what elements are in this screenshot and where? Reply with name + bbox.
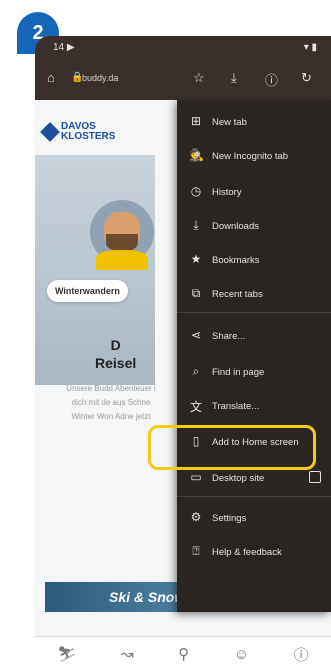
logo-mark	[40, 122, 60, 142]
download-icon[interactable]: ⤓	[231, 70, 237, 86]
menu-label: Help & feedback	[212, 547, 282, 558]
menu-item-history[interactable]: ◷ History	[177, 178, 331, 206]
location-nav-icon[interactable]: ⚲	[178, 645, 189, 663]
phone-screen: 14 ▶ ▾ ▮ ⌂ 🔒 buddy.da ☆ ⤓ ⓘ ↻ DAVOS KLOS…	[35, 36, 331, 671]
chrome-overflow-menu: ⊞ New tab 🕵 New Incognito tab ◷ History ⤓ Do…	[177, 100, 331, 612]
headline-line2: Reisel	[95, 355, 137, 371]
route-nav-icon[interactable]: ↝	[121, 645, 134, 663]
menu-label: Downloads	[212, 221, 259, 232]
menu-label: Bookmarks	[212, 255, 260, 266]
info-icon[interactable]: ⓘ	[265, 70, 278, 89]
logo-line2: KLOSTERS	[61, 131, 116, 142]
history-icon: ◷	[190, 184, 202, 198]
logo-text: DAVOS KLOSTERS	[61, 122, 115, 142]
status-right: ▾ ▮	[303, 42, 317, 53]
menu-item-new-incognito-tab[interactable]: 🕵 New Incognito tab	[177, 142, 331, 170]
category-pill[interactable]: Winterwandern	[47, 280, 128, 302]
star-icon: ★	[190, 252, 202, 266]
menu-label: History	[212, 187, 242, 198]
menu-label: Desktop site	[212, 473, 265, 484]
menu-item-share[interactable]: ⋖ Share...	[177, 322, 331, 350]
menu-label: New tab	[212, 117, 247, 128]
bookmark-star-icon[interactable]: ☆	[193, 70, 205, 86]
menu-label: Find in page	[212, 367, 265, 378]
menu-divider	[177, 496, 331, 497]
bottom-nav: ⛷ ↝ ⚲ ☺ ⓘ	[35, 636, 331, 671]
help-icon: ⍰	[192, 544, 200, 558]
menu-label: New Incognito tab	[212, 151, 289, 162]
menu-item-recent-tabs[interactable]: ⧉ Recent tabs	[177, 280, 331, 308]
menu-label: Translate...	[212, 401, 260, 412]
menu-label: Recent tabs	[212, 289, 263, 300]
menu-label: Settings	[212, 513, 247, 524]
desktop-site-checkbox[interactable]	[309, 471, 321, 483]
share-icon: ⋖	[190, 328, 202, 342]
davos-klosters-logo[interactable]: DAVOS KLOSTERS	[40, 122, 115, 142]
menu-item-new-tab[interactable]: ⊞ New tab	[177, 108, 331, 136]
info-nav-icon[interactable]: ⓘ	[294, 644, 309, 665]
menu-divider	[177, 312, 331, 313]
headline-line1: D	[110, 337, 121, 353]
intro-paragraph: Unsere Budd Abenteuer i dich mit de aus …	[66, 384, 156, 421]
gear-icon: ⚙	[190, 510, 202, 524]
browser-toolbar: ⌂ 🔒 buddy.da ☆ ⤓ ⓘ ↻	[35, 60, 331, 100]
status-left: 14 ▶	[53, 42, 75, 53]
add-to-home-highlight	[148, 425, 316, 470]
profile-nav-icon[interactable]: ☺	[234, 646, 249, 663]
menu-item-help-feedback[interactable]: ⍰ Help & feedback	[177, 538, 331, 566]
desktop-icon: ▭	[190, 470, 202, 484]
ski-nav-icon[interactable]: ⛷	[57, 645, 76, 663]
plus-box-icon: ⊞	[190, 114, 202, 128]
find-icon: ⌕	[192, 364, 200, 378]
buddy-avatar	[90, 200, 154, 270]
menu-item-find-in-page[interactable]: ⌕ Find in page	[177, 358, 331, 386]
url-field[interactable]: buddy.da	[82, 73, 118, 83]
menu-item-downloads[interactable]: ⤓ Downloads	[177, 212, 331, 240]
recent-tabs-icon: ⧉	[191, 286, 201, 300]
incognito-icon: 🕵	[189, 148, 204, 162]
download-icon: ⤓	[193, 218, 199, 232]
menu-item-bookmarks[interactable]: ★ Bookmarks	[177, 246, 331, 274]
page-headline: D Reisel	[95, 336, 136, 372]
menu-label: Share...	[212, 331, 246, 342]
home-icon[interactable]: ⌂	[47, 70, 55, 85]
menu-item-translate[interactable]: 文 Translate...	[177, 392, 331, 420]
status-bar: 14 ▶ ▾ ▮	[35, 36, 331, 60]
translate-icon: 文	[189, 400, 202, 414]
menu-item-settings[interactable]: ⚙ Settings	[177, 504, 331, 532]
avatar-shirt	[96, 250, 148, 270]
reload-icon[interactable]: ↻	[301, 70, 312, 86]
